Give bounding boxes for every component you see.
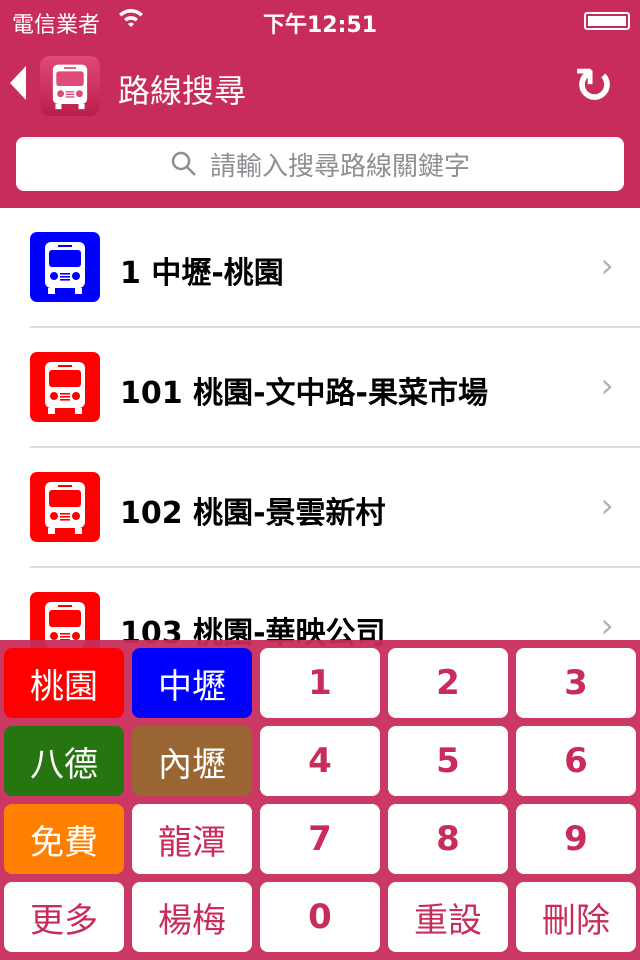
route-label: 102 桃園-景雲新村 (120, 496, 386, 531)
key-button[interactable]: 更多 (4, 882, 124, 952)
key-button[interactable]: 0 (260, 882, 380, 952)
status-time: 下午12:51 (262, 13, 378, 38)
route-list: 1 中壢-桃園 › 101 桃園-文中路-果菜市場 › 102 桃園-景雲新村 › 103 … (0, 208, 640, 688)
chevron-right-icon: › (600, 486, 614, 526)
key-button[interactable]: 內壢 (132, 726, 252, 796)
key-button[interactable]: 9 (516, 804, 636, 874)
key-button[interactable]: 3 (516, 648, 636, 718)
status-bar: 電信業者 下午12:51 (0, 0, 640, 40)
route-label: 1 中壢-桃園 (120, 256, 284, 291)
back-arrow-icon[interactable] (10, 66, 26, 100)
route-row[interactable]: 1 中壢-桃園 › (30, 208, 640, 328)
key-button[interactable]: 4 (260, 726, 380, 796)
key-button[interactable]: 2 (388, 648, 508, 718)
key-button[interactable]: 重設 (388, 882, 508, 952)
key-button[interactable]: 龍潭 (132, 804, 252, 874)
app-bus-icon (40, 56, 100, 116)
header: 電信業者 下午12:51 路線搜尋 ↻ 請輸入搜尋路線關鍵字 (0, 0, 640, 208)
key-button[interactable]: 楊梅 (132, 882, 252, 952)
key-button[interactable]: 桃園 (4, 648, 124, 718)
refresh-icon[interactable]: ↻ (574, 58, 614, 114)
key-button[interactable]: 1 (260, 648, 380, 718)
chevron-right-icon: › (600, 366, 614, 406)
page-title: 路線搜尋 (118, 72, 247, 110)
battery-icon (584, 12, 630, 30)
search-input[interactable]: 請輸入搜尋路線關鍵字 (16, 137, 624, 191)
key-button[interactable]: 八德 (4, 726, 124, 796)
search-placeholder: 請輸入搜尋路線關鍵字 (209, 151, 470, 182)
bus-icon (30, 352, 100, 422)
key-button[interactable]: 5 (388, 726, 508, 796)
route-row[interactable]: 102 桃園-景雲新村 › (30, 448, 640, 568)
key-button[interactable]: 8 (388, 804, 508, 874)
bus-icon (30, 232, 100, 302)
route-row[interactable]: 101 桃園-文中路-果菜市場 › (30, 328, 640, 448)
key-button[interactable]: 6 (516, 726, 636, 796)
key-button[interactable]: 免費 (4, 804, 124, 874)
chevron-right-icon: › (600, 246, 614, 286)
key-button[interactable]: 7 (260, 804, 380, 874)
key-button[interactable]: 中壢 (132, 648, 252, 718)
key-button[interactable]: 刪除 (516, 882, 636, 952)
keypad: 桃園 中壢 1 2 3 八德 內壢 4 5 6 免費 龍潭 7 8 9 更多 楊梅 0 重設 刪除 (0, 640, 640, 960)
route-label: 101 桃園-文中路-果菜市場 (120, 376, 488, 411)
search-icon (171, 151, 196, 176)
bus-icon (30, 472, 100, 542)
